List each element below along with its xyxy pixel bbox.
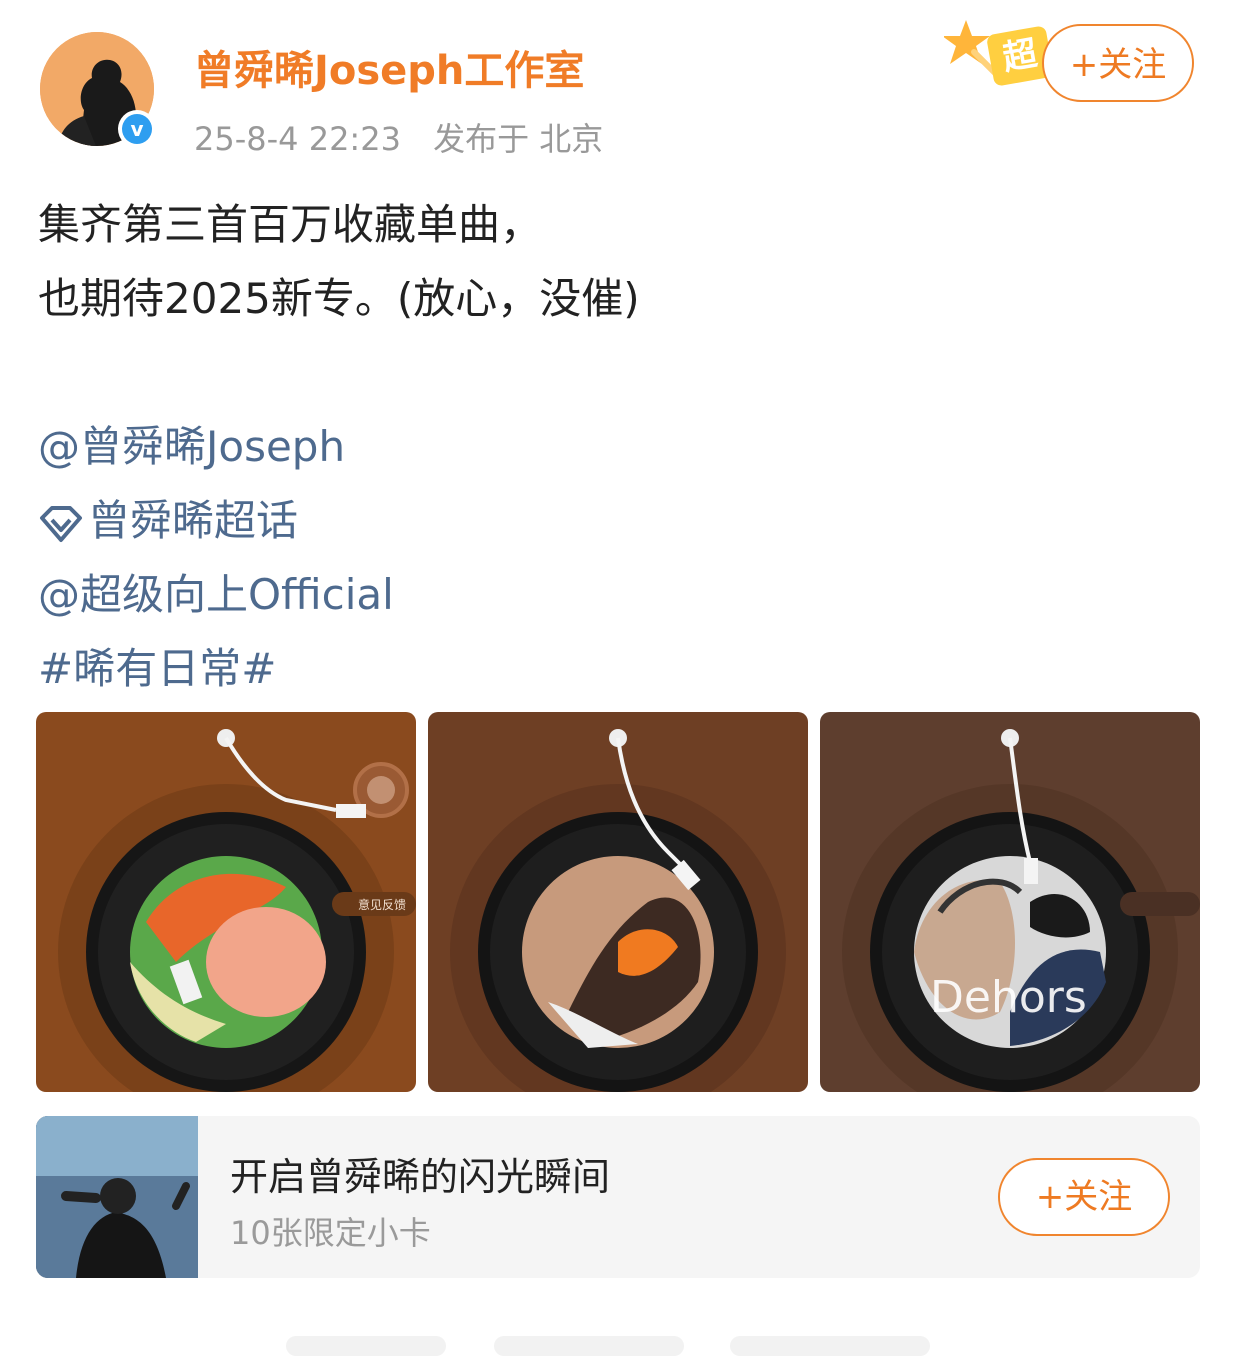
- super-fan-badge: 超: [944, 18, 1056, 90]
- image-grid: 意见反馈 Dehors: [36, 712, 1200, 1092]
- post-meta: 25-8-4 22:23 发布于 北京: [194, 114, 625, 160]
- verified-v-icon: v: [122, 114, 152, 144]
- author-name[interactable]: 曾舜晞Joseph工作室: [194, 38, 584, 96]
- post-header: v 曾舜晞Joseph工作室 25-8-4 22:23 发布于 北京 超 +关注: [0, 0, 1236, 170]
- post-content: 集齐第三首百万收藏单曲， 也期待2025新专。(放心，没催) @曾舜晞Josep…: [38, 188, 1198, 706]
- post-text-line-1: 集齐第三首百万收藏单曲，: [38, 200, 543, 249]
- post-text-line-2: 也期待2025新专。(放心，没催): [38, 274, 640, 323]
- supertopic-label: 曾舜晞超话: [88, 496, 299, 545]
- hashtag-link[interactable]: #晞有日常#: [38, 632, 1198, 706]
- promo-follow-button[interactable]: +关注: [998, 1158, 1170, 1236]
- vinyl-record-2[interactable]: [428, 712, 808, 1092]
- verified-badge: v: [118, 110, 156, 148]
- promo-card-title: 开启曾舜晞的闪光瞬间: [230, 1155, 611, 1199]
- vinyl-record-1[interactable]: 意见反馈: [36, 712, 416, 1092]
- feedback-label: 意见反馈: [358, 897, 406, 912]
- mention-link-joseph[interactable]: @曾舜晞Joseph: [38, 410, 1198, 484]
- follow-button[interactable]: +关注: [1042, 24, 1194, 102]
- promo-card[interactable]: 开启曾舜晞的闪光瞬间 10张限定小卡 +关注: [36, 1116, 1200, 1278]
- diamond-icon: [40, 505, 82, 542]
- album-cover-title: Dehors: [930, 972, 1087, 1023]
- promo-card-thumbnail: [36, 1116, 198, 1278]
- action-bar-peek: [0, 1330, 1236, 1356]
- mention-link-official[interactable]: @超级向上Official: [38, 558, 1198, 632]
- supertopic-link[interactable]: 曾舜晞超话: [38, 484, 1198, 558]
- post-timestamp: 25-8-4 22:23: [194, 120, 401, 158]
- promo-card-subtitle: 10张限定小卡: [230, 1214, 431, 1252]
- vinyl-record-3[interactable]: Dehors: [820, 712, 1200, 1092]
- post-location: 发布于 北京: [433, 120, 604, 158]
